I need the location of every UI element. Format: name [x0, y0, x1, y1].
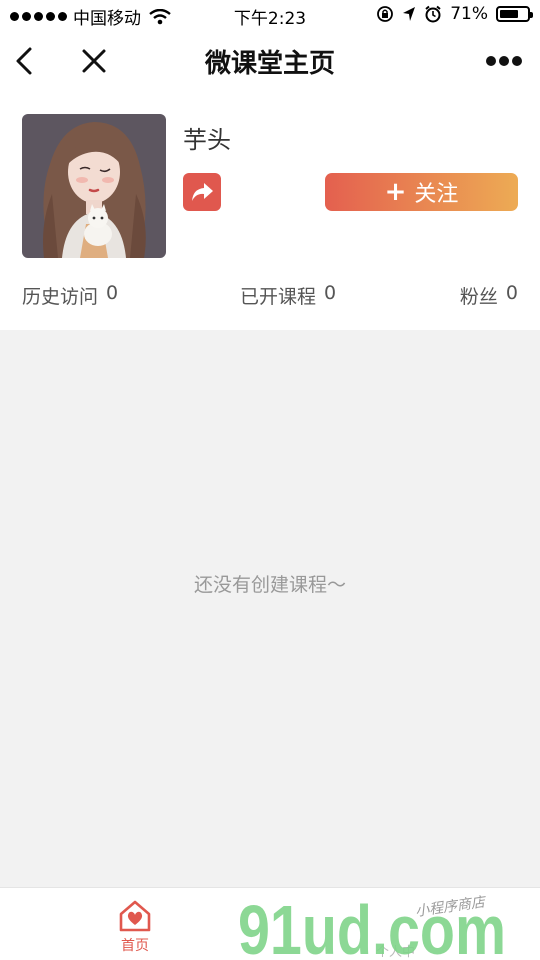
stat-visits[interactable]: 历史访问 0: [22, 282, 118, 309]
status-left: 中国移动: [10, 4, 171, 29]
course-list-empty: 还没有创建课程～: [0, 330, 540, 887]
stat-courses[interactable]: 已开课程 0: [240, 282, 336, 309]
battery-icon: [496, 6, 533, 22]
more-dot: [486, 56, 496, 66]
more-menu-button[interactable]: [486, 54, 522, 68]
status-bar: 中国移动 下午2:23 71%: [0, 0, 540, 30]
more-dot: [499, 56, 509, 66]
profile-stats: 历史访问 0 已开课程 0 粉丝 0: [22, 282, 518, 308]
carrier-name: 中国移动: [73, 9, 141, 29]
avatar[interactable]: [22, 114, 166, 258]
follow-button[interactable]: + 关注: [325, 173, 518, 211]
location-icon: [403, 7, 416, 21]
status-right: 71%: [376, 4, 533, 24]
wifi-icon: [149, 8, 171, 24]
stat-label: 已开课程: [240, 286, 317, 308]
close-button[interactable]: [78, 44, 110, 78]
back-button[interactable]: [12, 44, 42, 78]
alarm-icon: [425, 5, 441, 23]
more-dot: [512, 56, 522, 66]
follow-label: 关注: [414, 182, 459, 207]
avatar-illustration: [22, 114, 166, 258]
home-heart-icon: [119, 900, 151, 932]
tab-bar: 首页 个人中 91ud.com 小程序商店: [0, 887, 540, 960]
share-button[interactable]: [183, 173, 221, 211]
tab-home-label: 首页: [121, 938, 149, 954]
chevron-left-icon: [16, 47, 32, 75]
empty-state-message: 还没有创建课程～: [193, 574, 346, 596]
stat-value: 0: [106, 282, 119, 304]
share-icon: [192, 183, 213, 201]
stat-value: 0: [324, 282, 337, 304]
stat-label: 历史访问: [22, 286, 99, 308]
signal-strength-icon: [10, 12, 67, 21]
nav-bar: 微课堂主页: [0, 30, 540, 92]
profile-name: 芋头: [183, 126, 231, 154]
battery-percent: 71%: [450, 4, 488, 24]
close-icon: [82, 49, 106, 73]
watermark-logo: 个人中 91ud.com 小程序商店: [238, 892, 506, 958]
tab-home[interactable]: 首页: [105, 900, 165, 956]
plus-icon: +: [384, 177, 407, 207]
stat-fans[interactable]: 粉丝 0: [460, 282, 518, 309]
stat-value: 0: [505, 282, 518, 304]
rotation-lock-icon: [377, 6, 394, 22]
battery-fill: [500, 10, 519, 18]
stat-label: 粉丝: [459, 286, 498, 308]
